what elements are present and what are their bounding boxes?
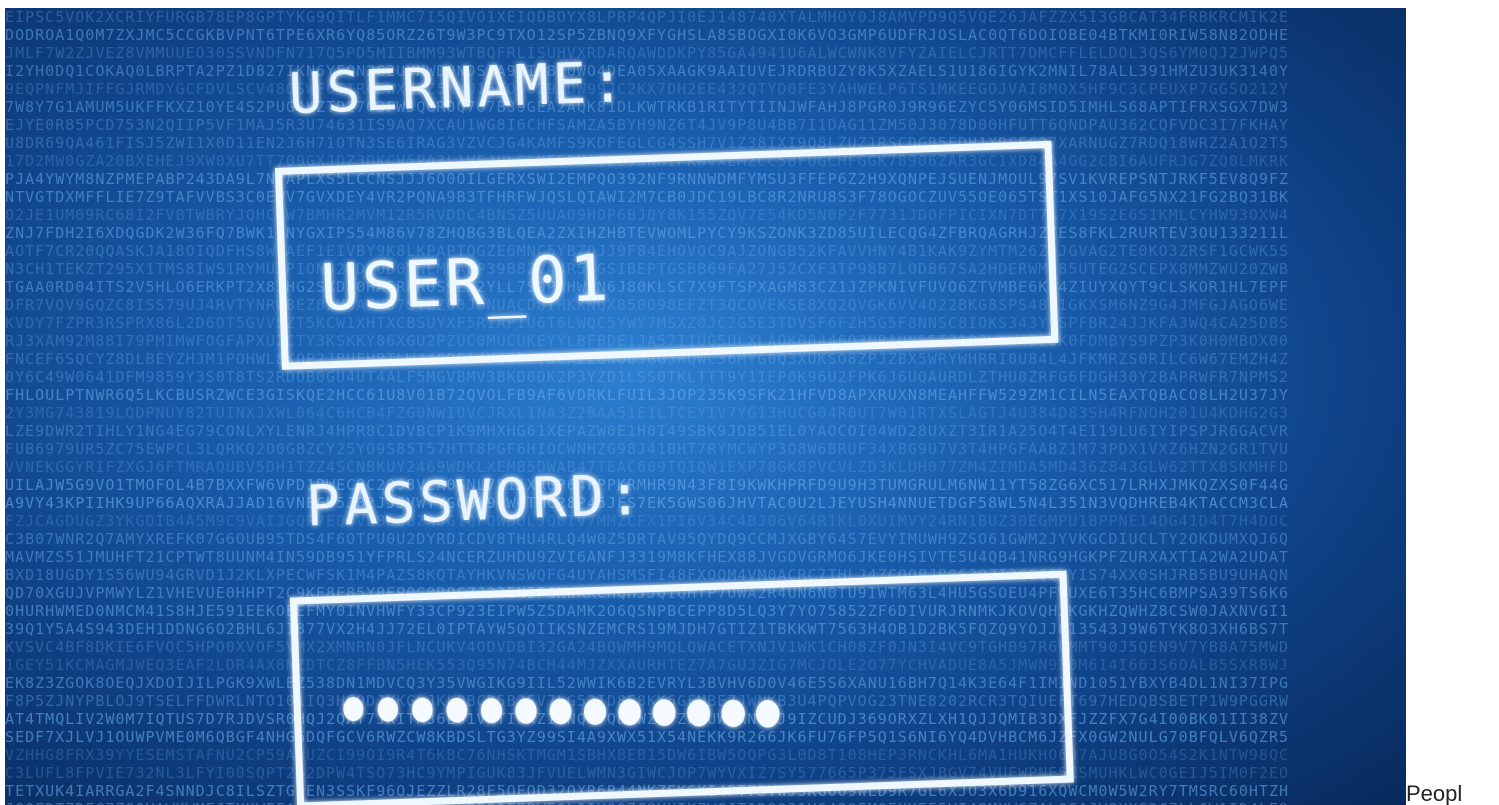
- page: RUEIPSC5VOK2XCRIYFURGB78EP8GPTYKG9QITLF1…: [0, 0, 1499, 805]
- code-glyph-row: YZPJA4YWYM8NZPMEPABP243DA9L7N7APLXS5LCCN…: [5, 170, 1289, 188]
- code-glyph-row: QHA9VY43KPIIHK9UP66AQXRAJJAD16VNBGU5J02J…: [5, 494, 1289, 512]
- code-glyph-row: 7NFUB6979UR5ZC75EWPCL3LQRKQ2O0GBZCY25YO9…: [5, 440, 1289, 458]
- code-glyph-background: RUEIPSC5VOK2XCRIYFURGB78EP8GPTYKG9QITLF1…: [5, 8, 1289, 805]
- code-glyph-row: V8JMLF7W2ZJVEZ8VMMUUEO30SSVNDFN717Q5PD5M…: [5, 44, 1289, 62]
- code-glyph-row: KAFZJCAGDUGZ3YKGDIB4A5M9C9VAIJGQP7EQ0V28…: [5, 512, 1289, 530]
- code-glyph-row: CMRJ3XAM92M88I79PMIMWFOGFAPXU2CTY3KSKKY8…: [5, 332, 1289, 350]
- code-glyph-row: 3K0Y6C49W0641DFM9859Y3S0T8TS2RDOB0GU4UT4…: [5, 368, 1289, 386]
- code-glyph-row: 0BC3LUFL8FPVIE732NL3LFYI00SQPT2G2DPW4TSO…: [5, 764, 1289, 782]
- code-glyph-row: 23U8DR69QA461FISJ5ZWI1X0D11EN2J6H71OTN3S…: [5, 134, 1289, 152]
- code-glyph-row: V9TGAA0RD04ITS2V5HLO6ERKPT2X83HG2SXD80HA…: [5, 278, 1289, 296]
- code-glyph-row: ZQ0HURHWMED0NMCM41S8HJE591EEKOEEFMY0INVH…: [5, 602, 1289, 620]
- code-glyph-row: TUSEDF7XJLVJ1OUWPVME0M6QBGF4NHG6DQFGCV6R…: [5, 728, 1289, 746]
- code-glyph-row: FXVVNEKGGYRIFZXGJ6FTMRAQUBV5DH1TZZ4SCNBK…: [5, 458, 1289, 476]
- code-glyph-row: AWDODROA1Q0M7ZXJMC5CCGKBVPNT6TPE6XR6YQ85…: [5, 26, 1289, 44]
- code-glyph-row: 31AOTF7CR20QQASKJA18OIQDFHS8WBAEF1EIVBY9…: [5, 242, 1289, 260]
- code-glyph-row: 97FHLOULPTNWR6Q5LKCBUSRZWCE3GISKQE2HCC61…: [5, 386, 1289, 404]
- code-glyph-row: V9VZHHG8FRX39YYESEMSTAFNU2CP59A3UZCI99OI…: [5, 746, 1289, 764]
- code-glyph-row: 0J7W8Y7G1AMUM5UKFFKXZ10YE4S2PUG4KZTD27O3…: [5, 98, 1289, 116]
- code-glyph-row: 3H2Y3MG743819LQDPNUY82TUINXJXWL064C6HCB4…: [5, 404, 1289, 422]
- photo-scene: RUEIPSC5VOK2XCRIYFURGB78EP8GPTYKG9QITLF1…: [5, 8, 1289, 805]
- code-glyph-row: 36BXD18UGDY1S56WU94GRVD1J2KLXPECWFSK1M4P…: [5, 566, 1289, 584]
- username-label: USERNAME:: [288, 50, 629, 127]
- code-glyph-row: RUEIPSC5VOK2XCRIYFURGB78EP8GPTYKG9QITLF1…: [5, 8, 1289, 26]
- code-glyph-row: 2YC3B07WNR2Q7AMYXREFK07G6OUB95TDS4F6OTPU…: [5, 530, 1289, 548]
- login-screen-photo: RUEIPSC5VOK2XCRIYFURGB78EP8GPTYKG9QITLF1…: [5, 8, 1406, 805]
- code-glyph-row: NUKVSVC4BF8DKIE6FVOC5HPO0XVOF5VMX2XMNRN0…: [5, 638, 1289, 656]
- code-glyph-row: 9TF8P5ZJNYPBLOJ9TSELFFDWRLNTO101IQ3HG9DJ…: [5, 692, 1289, 710]
- username-value: USER_01: [319, 242, 612, 326]
- password-label: PASSWORD:: [305, 463, 646, 540]
- code-glyph-row: 94N3CH1TEKZT295X1TMS8IWS1RYMU3PION82WDPU…: [5, 260, 1289, 278]
- code-glyph-row: L639Q1Y5A4S943DEH1DDNG6O2BHL6JI877VX2H4J…: [5, 620, 1289, 638]
- code-glyph-row: B29EQPNFMJIFFGJRMDYGCFDVLSCV48OSWF6TIRCE…: [5, 80, 1289, 98]
- code-glyph-row: NNAT4TMQLIV2W0M7IQTUS7D7RJDVSR0HQJ2QXY7J…: [5, 710, 1289, 728]
- code-glyph-row: RPI2YH0DQ1COKAQ0LBRPTA2PZ1D827IKN6Y5ON2G…: [5, 62, 1289, 80]
- code-glyph-row: 2RJQQFDT7DFC7Z88VAWKWMFJTXKWFFADJE7CNA7G…: [5, 800, 1289, 805]
- code-glyph-row: MXO2JE1UM09RC68I2FVBTWBRYJQHC3W7BMHR2MVM…: [5, 206, 1289, 224]
- code-glyph-row: YVUILAJW5G9VO1TMOFOL4B7BXXFW6VPD1PWEC8C2…: [5, 476, 1289, 494]
- code-glyph-row: 85KVDY7FZPR3RSPRX86L2D6OT5GVVSZT5KCW1XHT…: [5, 314, 1289, 332]
- caption-text: Peopl: [1406, 781, 1463, 805]
- code-glyph-row: 5JNTVGTDXMFFLIE7Z9TAFVVBS3C0EWV7GVXDEY4V…: [5, 188, 1289, 206]
- code-glyph-row: HYLZE9DWR2TIHLY1NG4EG79CONLXYLENRJ4HPR8C…: [5, 422, 1289, 440]
- code-glyph-row: UB1GEY51KCMAGMJWEQ3EAF2LDR4AX8NZDTCZ8FFB…: [5, 656, 1289, 674]
- code-glyph-row: HBMAVMZS51JMUHFT21CPTWT8UUNM4IN59DB951YF…: [5, 548, 1289, 566]
- code-glyph-row: ALZNJ7FDH2I6XDQGDK2W36FQ7BWK10NYGXIPS54M…: [5, 224, 1289, 242]
- code-glyph-row: MVEK8Z3ZGOK8OEQJXDOIJILPGK9XWLBZ538DN1MD…: [5, 674, 1289, 692]
- code-glyph-row: I5DFR7VQV9GQZC8ISS79UJ4RVTYNRWBEZ83MUA7K…: [5, 296, 1289, 314]
- code-glyph-row: BVEJYE0R85PCD753N2QIIP5VF1MAJ5R3U74631IS…: [5, 116, 1289, 134]
